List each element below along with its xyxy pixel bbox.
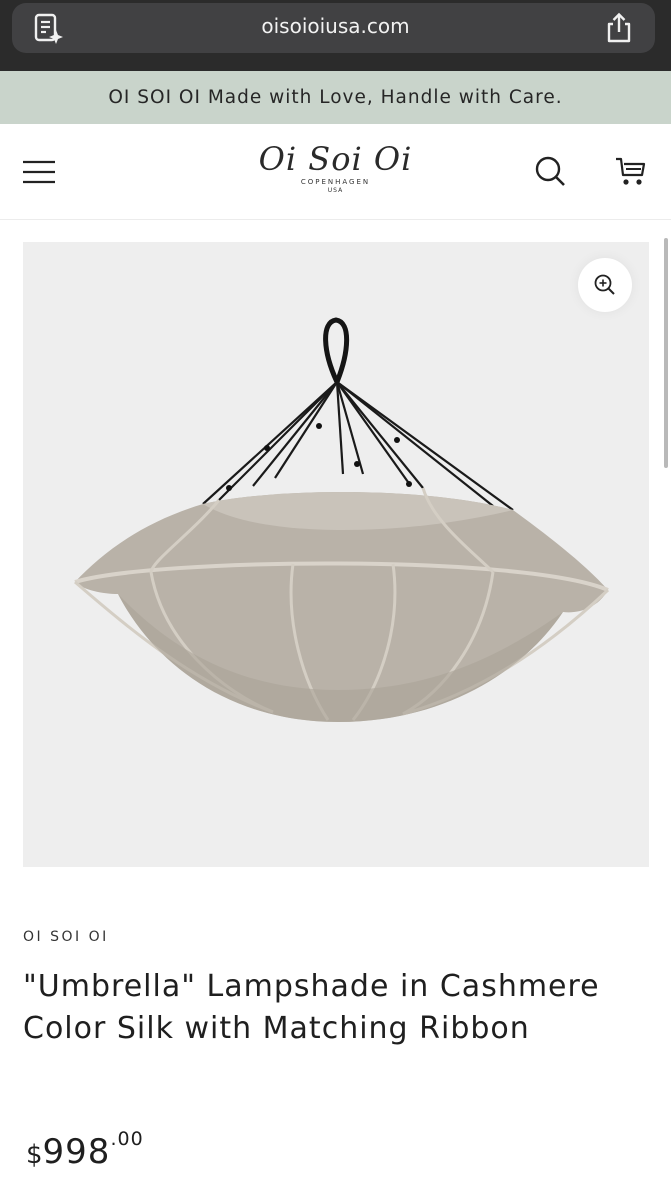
announcement-bar: OI SOI OI Made with Love, Handle with Ca…	[0, 71, 671, 124]
product-image[interactable]	[23, 242, 649, 867]
browser-address-bar: oisoioiusa.com	[0, 0, 671, 71]
price-cents: .00	[110, 1128, 144, 1150]
logo-region: USA	[327, 187, 344, 194]
price-currency: $	[26, 1140, 43, 1170]
search-icon[interactable]	[533, 154, 567, 188]
product-title: "Umbrella" Lampshade in Cashmere Color S…	[23, 969, 600, 1046]
site-header: Oi Soi Oi COPENHAGEN USA	[0, 124, 671, 220]
price-amount: 998	[42, 1132, 111, 1172]
page-scrollbar[interactable]	[664, 238, 668, 468]
cart-icon[interactable]	[614, 156, 648, 188]
product-vendor[interactable]: OI SOI OI	[23, 929, 109, 945]
logo-subtitle: COPENHAGEN	[300, 178, 371, 186]
site-logo[interactable]: Oi Soi Oi COPENHAGEN USA	[258, 140, 413, 204]
product-price: $998.00	[26, 1128, 144, 1172]
share-icon[interactable]	[604, 12, 634, 44]
lampshade-image	[74, 317, 610, 722]
url-text[interactable]: oisoioiusa.com	[0, 14, 671, 38]
logo-wordmark: Oi Soi Oi	[258, 140, 413, 178]
menu-icon[interactable]	[22, 158, 56, 186]
zoom-in-icon	[594, 274, 615, 295]
zoom-button[interactable]	[578, 258, 632, 312]
